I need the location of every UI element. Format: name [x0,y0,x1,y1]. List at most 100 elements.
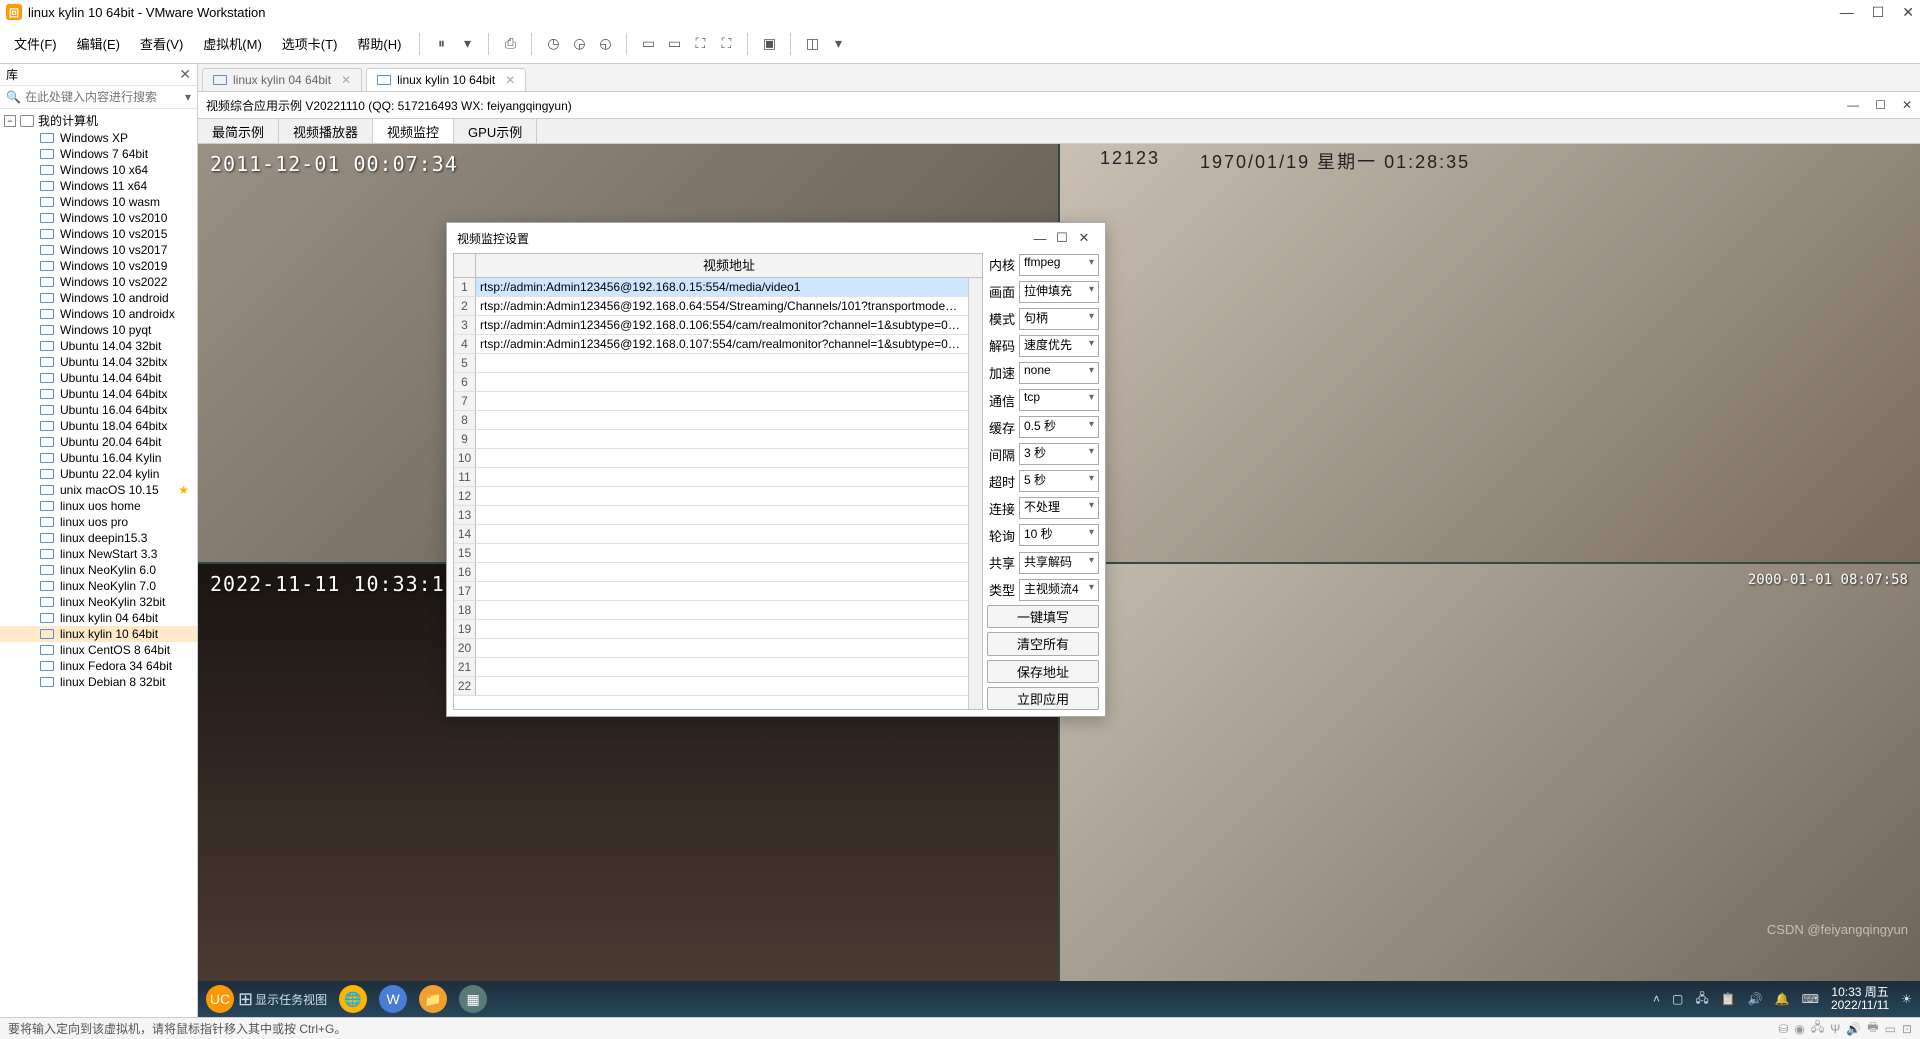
url-cell[interactable] [476,544,968,562]
url-row[interactable]: 16 [454,563,968,582]
view-fit-icon[interactable]: ⛶ [689,33,711,55]
browser-icon[interactable]: 🌐 [339,985,367,1013]
sidebar-item-vm[interactable]: linux Debian 8 32bit [0,674,197,690]
url-cell[interactable] [476,392,968,410]
url-row[interactable]: 7 [454,392,968,411]
sidebar-item-vm[interactable]: Ubuntu 18.04 64bitx [0,418,197,434]
url-row[interactable]: 17 [454,582,968,601]
sidebar-item-vm[interactable]: linux NeoKylin 32bit [0,594,197,610]
tray-notify-icon[interactable]: 🔔 [1775,992,1790,1006]
tray-volume-icon[interactable]: 🔊 [1748,992,1763,1006]
url-cell[interactable] [476,430,968,448]
url-cell[interactable] [476,677,968,695]
setting-select[interactable]: 句柄 [1019,308,1099,330]
sidebar-item-vm[interactable]: Windows 10 vs2017 [0,242,197,258]
url-row[interactable]: 20 [454,639,968,658]
sidebar-item-vm[interactable]: linux NewStart 3.3 [0,546,197,562]
sidebar-item-vm[interactable]: Windows XP [0,130,197,146]
view-console-icon[interactable]: ▭ [663,33,685,55]
tray-clipboard-icon[interactable]: 📋 [1721,992,1736,1006]
sidebar-item-vm[interactable]: Windows 10 androidx [0,306,197,322]
sidebar-item-vm[interactable]: Ubuntu 14.04 32bit [0,338,197,354]
url-cell[interactable] [476,506,968,524]
sidebar-item-vm[interactable]: linux kylin 04 64bit [0,610,197,626]
url-cell[interactable] [476,354,968,372]
files-icon[interactable]: 📁 [419,985,447,1013]
url-row[interactable]: 5 [454,354,968,373]
minimize-icon[interactable]: — [1840,4,1854,21]
sidebar-item-vm[interactable]: Windows 10 vs2019 [0,258,197,274]
menu-tabs[interactable]: 选项卡(T) [274,30,346,57]
setting-select[interactable]: none [1019,362,1099,384]
device-more-icon[interactable]: ⊡ [1902,1022,1912,1036]
sidebar-item-vm[interactable]: Windows 10 android [0,290,197,306]
sidebar-item-vm[interactable]: Windows 10 wasm [0,194,197,210]
tab-gpu[interactable]: GPU示例 [454,119,537,143]
tab-simple[interactable]: 最简示例 [198,119,279,143]
url-row[interactable]: 2rtsp://admin:Admin123456@192.168.0.64:5… [454,297,968,316]
menu-vm[interactable]: 虚拟机(M) [195,30,270,57]
guest-maximize-icon[interactable]: ☐ [1875,98,1886,112]
setting-select[interactable]: 拉伸填充 [1019,281,1099,303]
url-row[interactable]: 4rtsp://admin:Admin123456@192.168.0.107:… [454,335,968,354]
sidebar-item-vm[interactable]: Windows 10 vs2022 [0,274,197,290]
tray-keyboard-icon[interactable]: ⌨ [1802,992,1819,1006]
sidebar-close-icon[interactable]: ✕ [179,66,191,83]
setting-select[interactable]: 不处理 [1019,497,1099,519]
url-row[interactable]: 1rtsp://admin:Admin123456@192.168.0.15:5… [454,278,968,297]
menu-edit[interactable]: 编辑(E) [69,30,128,57]
url-row[interactable]: 8 [454,411,968,430]
url-cell[interactable] [476,411,968,429]
url-cell[interactable] [476,639,968,657]
device-printer-icon[interactable]: 🖶 [1867,1018,1878,1039]
unity-icon[interactable]: ◫ [801,33,823,55]
device-net-icon[interactable]: 🖧 [1811,1018,1824,1039]
setting-select[interactable]: 10 秒 [1019,524,1099,546]
sidebar-item-vm[interactable]: linux NeoKylin 6.0 [0,562,197,578]
url-cell[interactable] [476,373,968,391]
sidebar-item-vm[interactable]: linux CentOS 8 64bit [0,642,197,658]
url-cell[interactable] [476,582,968,600]
sidebar-item-vm[interactable]: Ubuntu 14.04 32bitx [0,354,197,370]
tasks-hint[interactable]: ⊞ 显示任务视图 [238,989,327,1010]
url-row[interactable]: 3rtsp://admin:Admin123456@192.168.0.106:… [454,316,968,335]
menu-view[interactable]: 查看(V) [132,30,191,57]
sidebar-item-vm[interactable]: unix macOS 10.15★ [0,482,197,498]
sidebar-item-vm[interactable]: linux Fedora 34 64bit [0,658,197,674]
sidebar-item-vm[interactable]: linux deepin15.3 [0,530,197,546]
url-row[interactable]: 11 [454,468,968,487]
fullscreen-icon[interactable]: ▣ [758,33,780,55]
video-cell-4[interactable]: 2000-01-01 08:07:58 [1060,564,1920,982]
menu-help[interactable]: 帮助(H) [349,30,409,57]
url-cell[interactable] [476,449,968,467]
save-button[interactable]: 保存地址 [987,660,1099,683]
device-hdd-icon[interactable]: ⛁ [1778,1022,1788,1036]
url-cell[interactable]: rtsp://admin:Admin123456@192.168.0.106:5… [476,316,968,334]
setting-select[interactable]: 5 秒 [1019,470,1099,492]
url-row[interactable]: 10 [454,449,968,468]
url-cell[interactable]: rtsp://admin:Admin123456@192.168.0.15:55… [476,278,968,296]
setting-select[interactable]: 0.5 秒 [1019,416,1099,438]
tray-power-icon[interactable]: ☀ [1901,992,1912,1006]
guest-minimize-icon[interactable]: — [1847,98,1859,112]
setting-select[interactable]: ffmpeg [1019,254,1099,276]
setting-select[interactable]: 3 秒 [1019,443,1099,465]
dropdown-icon[interactable]: ▾ [456,33,478,55]
sidebar-item-vm[interactable]: Windows 7 64bit [0,146,197,162]
url-cell[interactable] [476,620,968,638]
sidebar-item-vm[interactable]: Ubuntu 16.04 Kylin [0,450,197,466]
device-cd-icon[interactable]: ◉ [1794,1022,1804,1036]
pause-icon[interactable]: ⏸ [430,33,452,55]
vm-tab-1[interactable]: linux kylin 04 64bit ✕ [202,68,362,91]
device-sound-icon[interactable]: 🔊 [1846,1022,1861,1036]
apply-button[interactable]: 立即应用 [987,687,1099,710]
url-cell[interactable] [476,468,968,486]
guest-close-icon[interactable]: ✕ [1902,98,1912,112]
view-stretch-icon[interactable]: ⛶ [715,33,737,55]
sidebar-item-vm[interactable]: linux uos pro [0,514,197,530]
tray-network-icon[interactable]: 🖧 [1695,989,1708,1010]
url-cell[interactable] [476,601,968,619]
app-icon[interactable]: ▦ [459,985,487,1013]
fill-button[interactable]: 一键填写 [987,605,1099,628]
tab-close-icon[interactable]: ✕ [505,73,515,87]
